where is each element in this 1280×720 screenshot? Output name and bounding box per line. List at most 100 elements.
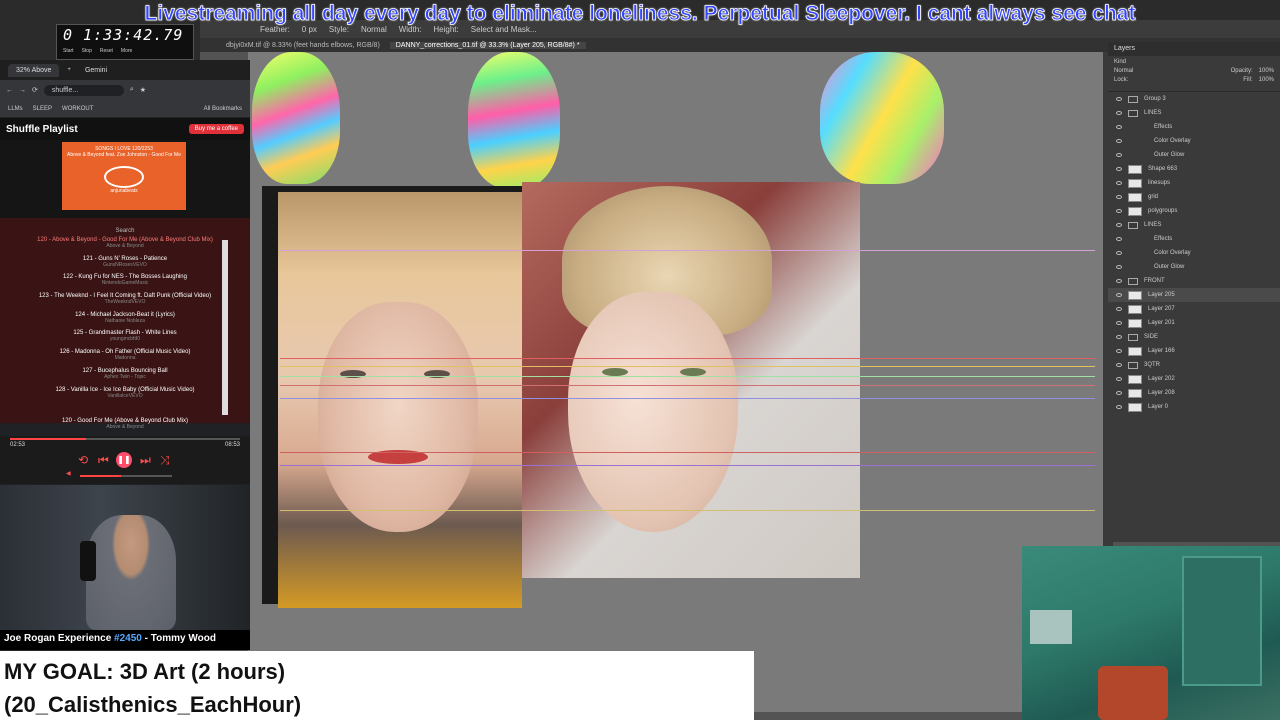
song-list-scrollbar[interactable] [222, 240, 228, 415]
shuffle-icon[interactable]: ⤨ [160, 453, 170, 468]
back-arrow-icon[interactable]: ← [6, 87, 13, 94]
new-tab-icon[interactable]: + [67, 67, 71, 73]
visibility-eye-icon[interactable] [1116, 237, 1122, 241]
buy-me-a-coffee-button[interactable]: Buy me a coffee [188, 124, 244, 134]
visibility-eye-icon[interactable] [1116, 195, 1122, 199]
layer-row[interactable]: Color Overlay [1108, 134, 1280, 148]
search-label[interactable]: Search [0, 218, 250, 234]
reference-photo-3qtr[interactable] [522, 182, 860, 578]
stopwatch-reset-button[interactable]: Reset [100, 48, 113, 54]
previous-icon[interactable]: ⏮ [98, 453, 109, 468]
visibility-eye-icon[interactable] [1116, 223, 1122, 227]
visibility-eye-icon[interactable] [1116, 209, 1122, 213]
layer-thumbnail [1128, 304, 1142, 314]
song-list-item[interactable]: 122 - Kung Fu for NES - The Bosses Laugh… [0, 271, 250, 290]
blend-mode-select[interactable]: Normal [1114, 68, 1133, 74]
search-icon[interactable]: ⌕ [130, 86, 134, 94]
visibility-eye-icon[interactable] [1116, 139, 1122, 143]
song-list-item[interactable]: 126 - Madonna - Oh Father (Official Musi… [0, 346, 250, 365]
layer-row[interactable]: 3QTR [1108, 358, 1280, 372]
layer-name: FRONT [1144, 278, 1165, 284]
address-bar[interactable]: shuffle... [43, 84, 124, 96]
opacity-value[interactable]: 100% [1259, 68, 1274, 74]
forward-arrow-icon[interactable]: → [19, 87, 26, 94]
visibility-eye-icon[interactable] [1116, 181, 1122, 185]
song-list-item[interactable]: 124 - Michael Jackson-Beat it (Lyrics) Na… [0, 309, 250, 328]
layer-row[interactable]: LINES [1108, 106, 1280, 120]
caption-prefix: Joe Rogan Experience [4, 633, 115, 644]
layer-row[interactable]: linesups [1108, 176, 1280, 190]
bookmark-llms[interactable]: LLMs [8, 106, 23, 112]
layer-row[interactable]: Effects [1108, 232, 1280, 246]
visibility-eye-icon[interactable] [1116, 391, 1122, 395]
layer-row[interactable]: Layer 208 [1108, 386, 1280, 400]
layer-name: Effects [1154, 236, 1173, 242]
song-list-item[interactable]: 127 - Bucephalus Bouncing Ball Aphex Twin… [0, 365, 250, 384]
progress-bar[interactable] [10, 438, 240, 440]
stopwatch-stop-button[interactable]: Stop [82, 48, 92, 54]
visibility-eye-icon[interactable] [1116, 321, 1122, 325]
layer-row[interactable]: SIDE [1108, 330, 1280, 344]
song-list-item[interactable]: 128 - Vanilla Ice - Ice Ice Baby (Offici… [0, 384, 250, 403]
layer-name: Layer 0 [1148, 404, 1169, 410]
visibility-eye-icon[interactable] [1116, 279, 1122, 283]
visibility-eye-icon[interactable] [1116, 251, 1122, 255]
face-shape [568, 292, 738, 532]
layer-row[interactable]: Group 3 [1108, 92, 1280, 106]
layer-row[interactable]: Effects [1108, 120, 1280, 134]
guide-line [280, 510, 1095, 511]
visibility-eye-icon[interactable] [1116, 167, 1122, 171]
song-list-item[interactable]: 120 - Above & Beyond - Good For Me (Abov… [0, 234, 250, 253]
song-list-item[interactable]: 125 - Grandmaster Flash - White Lines you… [0, 327, 250, 346]
visibility-eye-icon[interactable] [1116, 153, 1122, 157]
layer-row[interactable]: polygroups [1108, 204, 1280, 218]
all-bookmarks[interactable]: All Bookmarks [204, 106, 242, 112]
layer-filter-kind[interactable]: Kind [1114, 59, 1126, 65]
visibility-eye-icon[interactable] [1116, 125, 1122, 129]
repeat-icon[interactable]: ⟲ [78, 453, 88, 467]
layer-row[interactable]: LINES [1108, 218, 1280, 232]
visibility-eye-icon[interactable] [1116, 265, 1122, 269]
layer-row[interactable]: Layer 205 [1108, 288, 1280, 302]
volume-icon[interactable]: ◀ [66, 470, 71, 477]
layer-row[interactable]: Layer 207 [1108, 302, 1280, 316]
layer-row[interactable]: Shape 663 [1108, 162, 1280, 176]
layer-row[interactable]: Layer 0 [1108, 400, 1280, 414]
layer-row[interactable]: Outer Glow [1108, 148, 1280, 162]
volume-slider[interactable] [80, 475, 172, 477]
visibility-eye-icon[interactable] [1116, 363, 1122, 367]
reference-photo-front[interactable] [278, 192, 522, 608]
ps-doc-tab-active[interactable]: DANNY_corrections_01.tif @ 33.3% (Layer … [389, 41, 586, 49]
fill-value[interactable]: 100% [1259, 77, 1274, 83]
stopwatch-more-button[interactable]: More [121, 48, 132, 54]
layer-name: polygroups [1148, 208, 1178, 214]
ps-doc-tab[interactable]: dbjyi0xM.tif @ 8.33% (feet hands elbows,… [226, 42, 380, 49]
bookmark-workout[interactable]: WORKOUT [62, 106, 93, 112]
visibility-eye-icon[interactable] [1116, 307, 1122, 311]
layer-row[interactable]: Color Overlay [1108, 246, 1280, 260]
bookmark-star-icon[interactable]: ★ [140, 86, 146, 94]
layer-row[interactable]: Outer Glow [1108, 260, 1280, 274]
layer-name: Layer 202 [1148, 376, 1175, 382]
layer-row[interactable]: Layer 201 [1108, 316, 1280, 330]
visibility-eye-icon[interactable] [1116, 377, 1122, 381]
visibility-eye-icon[interactable] [1116, 335, 1122, 339]
visibility-eye-icon[interactable] [1116, 97, 1122, 101]
reload-icon[interactable]: ⟳ [32, 86, 38, 94]
browser-tab-active[interactable]: 32% Above [8, 63, 60, 77]
pause-button[interactable]: ❚❚ [116, 452, 132, 468]
layer-row[interactable]: FRONT [1108, 274, 1280, 288]
visibility-eye-icon[interactable] [1116, 405, 1122, 409]
layer-row[interactable]: Layer 202 [1108, 372, 1280, 386]
stopwatch-start-button[interactable]: Start [63, 48, 74, 54]
layer-row[interactable]: Layer 166 [1108, 344, 1280, 358]
visibility-eye-icon[interactable] [1116, 111, 1122, 115]
song-list-item[interactable]: 123 - The Weeknd - I Feel It Coming ft. … [0, 290, 250, 309]
bookmark-sleep[interactable]: SLEEP [33, 106, 52, 112]
song-list-item[interactable]: 121 - Guns N' Roses - Patience GunsNRoses… [0, 253, 250, 272]
layer-row[interactable]: grid [1108, 190, 1280, 204]
visibility-eye-icon[interactable] [1116, 349, 1122, 353]
browser-tab[interactable]: Gemini [79, 64, 113, 77]
next-icon[interactable]: ⏭ [140, 453, 151, 468]
visibility-eye-icon[interactable] [1116, 293, 1122, 297]
